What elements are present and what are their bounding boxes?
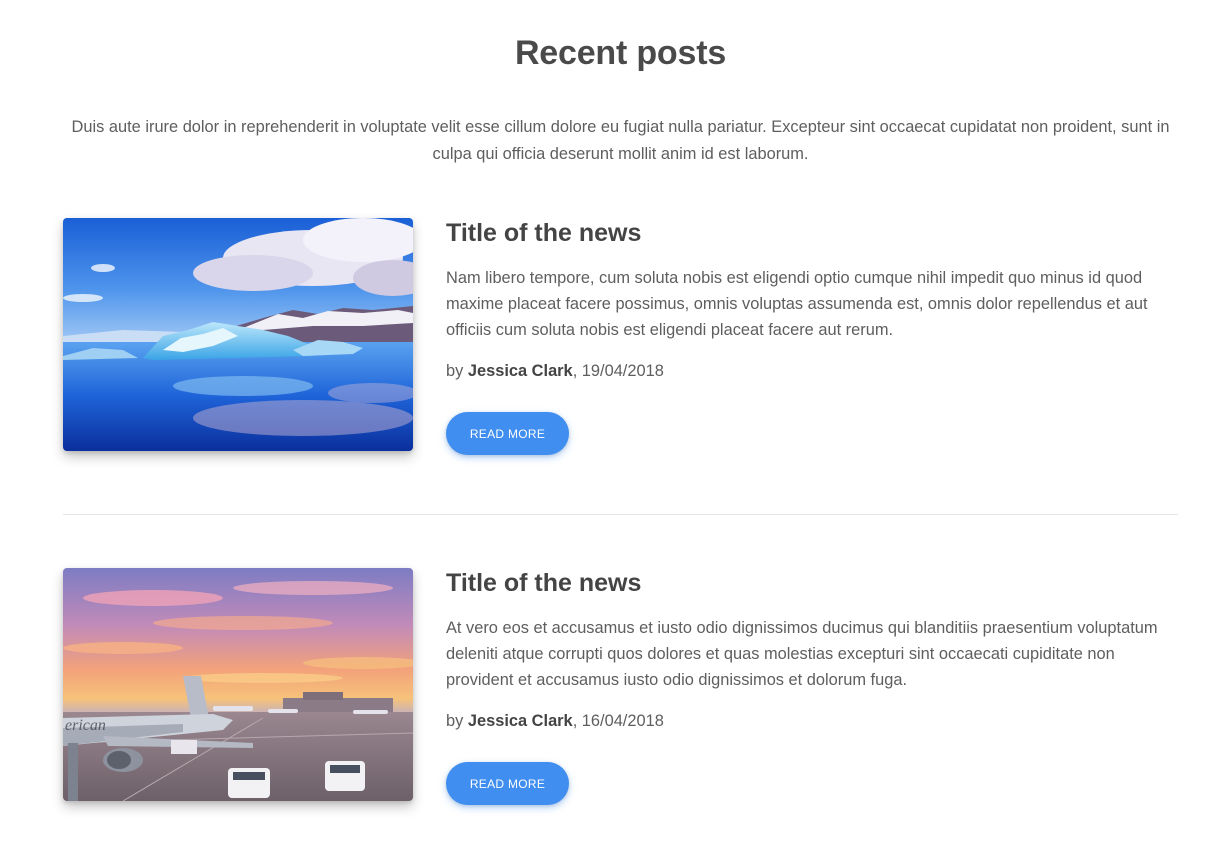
post-body: Title of the news At vero eos et accusam… [446,568,1166,805]
post-author: Jessica Clark [467,712,573,730]
svg-text:erican: erican [65,717,106,734]
post-title[interactable]: Title of the news [446,568,1166,598]
post-meta: by Jessica Clark, 19/04/2018 [446,360,1166,382]
post-title[interactable]: Title of the news [446,218,1166,248]
airport-sunset-photo: erican [63,568,413,801]
section-intro: Duis aute irure dolor in reprehenderit i… [71,118,1170,163]
post-author: Jessica Clark [467,362,573,380]
post-divider [63,514,1178,515]
post-card: erican Title of the news At vero eos et … [63,568,1178,808]
post-card: Title of the news Nam libero tempore, cu… [63,218,1178,458]
post-body: Title of the news Nam libero tempore, cu… [446,218,1166,455]
read-more-button[interactable]: READ MORE [446,762,569,805]
post-excerpt: At vero eos et accusamus et iusto odio d… [446,619,1158,689]
recent-posts-page: Recent posts Duis aute irure dolor in re… [0,0,1229,862]
post-meta-by: by [446,712,468,730]
post-date: , 16/04/2018 [572,712,664,730]
post-excerpt: Nam libero tempore, cum soluta nobis est… [446,269,1148,339]
post-image-airport-sunset[interactable]: erican [63,568,413,801]
post-meta: by Jessica Clark, 16/04/2018 [446,710,1166,732]
glacier-lagoon-photo [63,218,413,451]
post-meta-by: by [446,362,468,380]
post-image-glacier-lagoon[interactable] [63,218,413,451]
read-more-button[interactable]: READ MORE [446,412,569,455]
post-date: , 19/04/2018 [572,362,664,380]
section-title: Recent posts [514,34,727,72]
